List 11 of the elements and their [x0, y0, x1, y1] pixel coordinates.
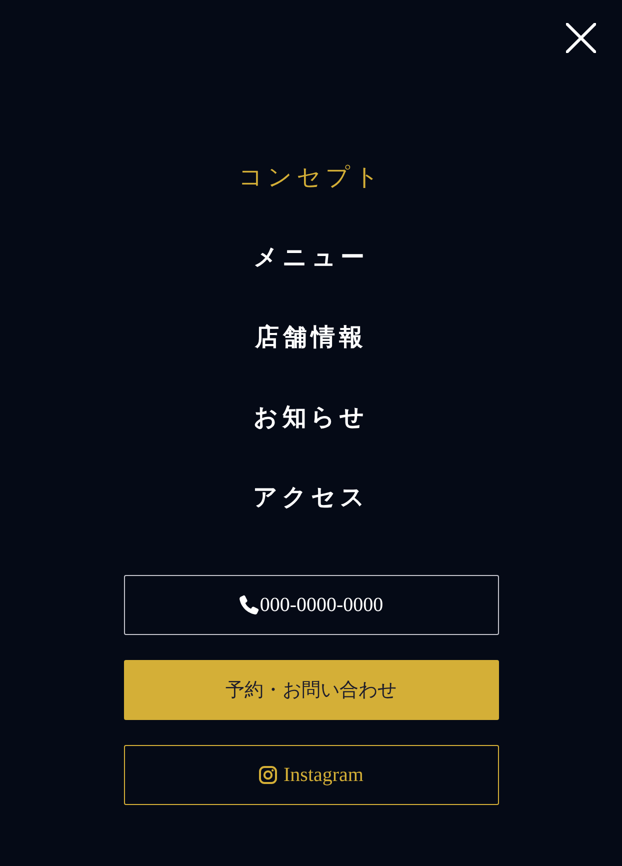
menu-link[interactable]: 店舗情報: [255, 322, 367, 354]
phone-icon: [238, 595, 259, 615]
menu-link[interactable]: メニュー: [254, 242, 368, 274]
instagram-icon: [258, 766, 276, 784]
menu-link[interactable]: アクセス: [253, 482, 369, 514]
instagram-button[interactable]: Instagram: [124, 745, 498, 805]
reservation-button[interactable]: 予約・お問い合わせ: [124, 660, 498, 720]
menu-link[interactable]: コンセプト: [238, 162, 384, 194]
phone-button[interactable]: 000-0000-0000: [124, 575, 498, 635]
menu-link[interactable]: お知らせ: [254, 402, 368, 434]
close-icon[interactable]: [566, 23, 596, 53]
